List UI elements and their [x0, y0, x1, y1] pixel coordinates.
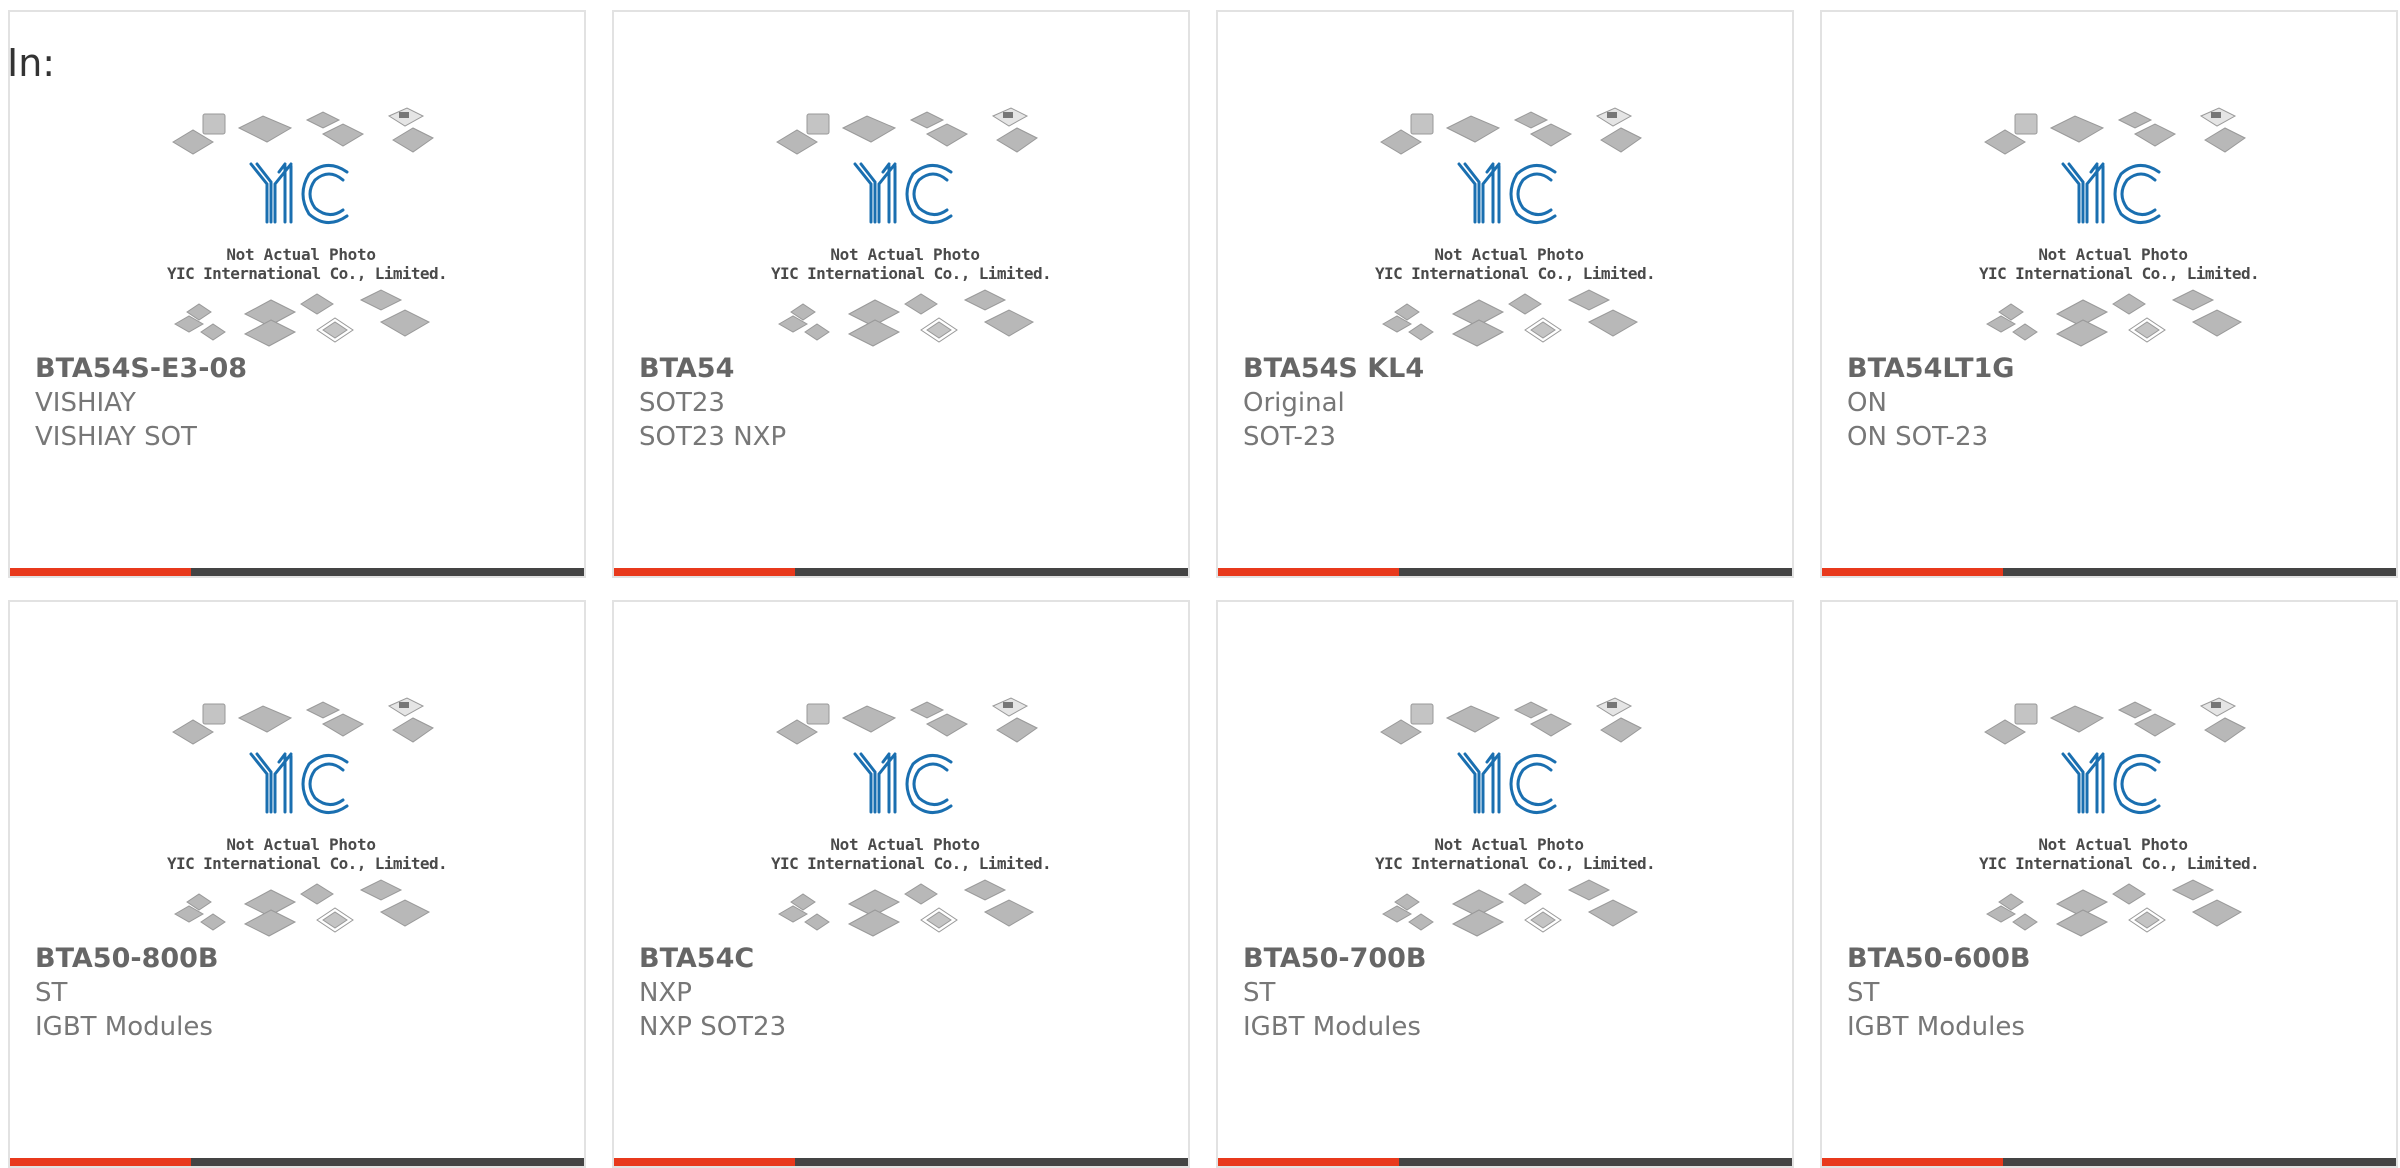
card-accent-bar	[614, 1158, 795, 1166]
product-placeholder-image[interactable]: Not Actual Photo YIC International Co., …	[771, 102, 1052, 352]
placeholder-caption: Not Actual Photo	[830, 245, 980, 264]
placeholder-caption: Not Actual Photo	[830, 835, 980, 854]
manufacturer-text: SOT23	[639, 388, 725, 418]
card-bottom-bar	[1218, 568, 1792, 576]
manufacturer-text: VISHIAY	[35, 388, 136, 418]
part-number-link[interactable]: BTA54LT1G	[1847, 352, 2380, 386]
part-number-link[interactable]: BTA50-600B	[1847, 942, 2380, 976]
product-info: BTA54C NXP NXP SOT23	[639, 942, 1172, 1044]
description-text: IGBT Modules	[1243, 1012, 1421, 1042]
placeholder-caption: Not Actual Photo	[1434, 245, 1584, 264]
card-accent-bar	[614, 568, 795, 576]
product-placeholder-image[interactable]: Not Actual Photo YIC International Co., …	[771, 692, 1052, 942]
chip-illustration-icon	[172, 697, 434, 937]
card-accent-bar	[10, 568, 191, 576]
card-bottom-bar	[1822, 1158, 2396, 1166]
product-placeholder-image[interactable]: Not Actual Photo YIC International Co., …	[167, 692, 448, 942]
part-number-link[interactable]: BTA54S KL4	[1243, 352, 1776, 386]
product-card[interactable]: Not Actual Photo YIC International Co., …	[612, 10, 1190, 578]
card-bottom-bar	[10, 568, 584, 576]
manufacturer-text: Original	[1243, 388, 1345, 418]
placeholder-company: YIC International Co., Limited.	[1979, 264, 2260, 283]
product-card[interactable]: Not Actual Photo YIC International Co., …	[1820, 10, 2398, 578]
description-text: IGBT Modules	[1847, 1012, 2025, 1042]
chip-illustration-icon	[1984, 107, 2246, 347]
placeholder-company: YIC International Co., Limited.	[771, 264, 1052, 283]
card-accent-bar	[1218, 1158, 1399, 1166]
product-info: BTA50-600B ST IGBT Modules	[1847, 942, 2380, 1044]
chip-illustration-icon	[1984, 697, 2246, 937]
placeholder-caption: Not Actual Photo	[226, 835, 376, 854]
placeholder-company: YIC International Co., Limited.	[771, 854, 1052, 873]
chip-illustration-icon	[776, 107, 1038, 347]
description-text: VISHIAY SOT	[35, 422, 197, 452]
product-info: BTA50-800B ST IGBT Modules	[35, 942, 568, 1044]
card-bottom-bar	[614, 568, 1188, 576]
placeholder-caption: Not Actual Photo	[2038, 835, 2188, 854]
product-card[interactable]: Not Actual Photo YIC International Co., …	[1820, 600, 2398, 1168]
product-card[interactable]: Not Actual Photo YIC International Co., …	[1216, 600, 1794, 1168]
product-info: BTA54S KL4 Original SOT-23	[1243, 352, 1776, 454]
card-bottom-bar	[10, 1158, 584, 1166]
product-card[interactable]: Not Actual Photo YIC International Co., …	[1216, 10, 1794, 578]
product-card[interactable]: Not Actual Photo YIC International Co., …	[612, 600, 1190, 1168]
description-text: SOT-23	[1243, 422, 1336, 452]
product-placeholder-image[interactable]: Not Actual Photo YIC International Co., …	[1979, 102, 2260, 352]
product-card[interactable]: Not Actual Photo YIC International Co., …	[8, 10, 586, 578]
part-number-link[interactable]: BTA54	[639, 352, 1172, 386]
manufacturer-text: ST	[1243, 978, 1276, 1008]
in-label: In:	[7, 41, 56, 85]
chip-illustration-icon	[1380, 107, 1642, 347]
part-number-link[interactable]: BTA54S-E3-08	[35, 352, 568, 386]
manufacturer-text: ON	[1847, 388, 1887, 418]
description-text: IGBT Modules	[35, 1012, 213, 1042]
product-info: BTA54 SOT23 SOT23 NXP	[639, 352, 1172, 454]
description-text: SOT23 NXP	[639, 422, 787, 452]
card-accent-bar	[1218, 568, 1399, 576]
product-placeholder-image[interactable]: Not Actual Photo YIC International Co., …	[167, 102, 448, 352]
card-accent-bar	[1822, 1158, 2003, 1166]
product-placeholder-image[interactable]: Not Actual Photo YIC International Co., …	[1375, 692, 1656, 942]
product-info: BTA54S-E3-08 VISHIAY VISHIAY SOT	[35, 352, 568, 454]
manufacturer-text: ST	[1847, 978, 1880, 1008]
part-number-link[interactable]: BTA54C	[639, 942, 1172, 976]
card-accent-bar	[1822, 568, 2003, 576]
chip-illustration-icon	[172, 107, 434, 347]
card-accent-bar	[10, 1158, 191, 1166]
placeholder-company: YIC International Co., Limited.	[1375, 854, 1656, 873]
card-bottom-bar	[614, 1158, 1188, 1166]
product-info: BTA50-700B ST IGBT Modules	[1243, 942, 1776, 1044]
product-card[interactable]: Not Actual Photo YIC International Co., …	[8, 600, 586, 1168]
chip-illustration-icon	[1380, 697, 1642, 937]
placeholder-caption: Not Actual Photo	[1434, 835, 1584, 854]
placeholder-company: YIC International Co., Limited.	[167, 854, 448, 873]
part-number-link[interactable]: BTA50-700B	[1243, 942, 1776, 976]
placeholder-company: YIC International Co., Limited.	[1979, 854, 2260, 873]
placeholder-company: YIC International Co., Limited.	[167, 264, 448, 283]
chip-illustration-icon	[776, 697, 1038, 937]
product-placeholder-image[interactable]: Not Actual Photo YIC International Co., …	[1375, 102, 1656, 352]
manufacturer-text: NXP	[639, 978, 692, 1008]
product-info: BTA54LT1G ON ON SOT-23	[1847, 352, 2380, 454]
placeholder-company: YIC International Co., Limited.	[1375, 264, 1656, 283]
placeholder-caption: Not Actual Photo	[226, 245, 376, 264]
card-bottom-bar	[1822, 568, 2396, 576]
placeholder-caption: Not Actual Photo	[2038, 245, 2188, 264]
manufacturer-text: ST	[35, 978, 68, 1008]
card-bottom-bar	[1218, 1158, 1792, 1166]
description-text: NXP SOT23	[639, 1012, 787, 1042]
description-text: ON SOT-23	[1847, 422, 1989, 452]
product-placeholder-image[interactable]: Not Actual Photo YIC International Co., …	[1979, 692, 2260, 942]
product-grid: Not Actual Photo YIC International Co., …	[8, 10, 2400, 1168]
part-number-link[interactable]: BTA50-800B	[35, 942, 568, 976]
